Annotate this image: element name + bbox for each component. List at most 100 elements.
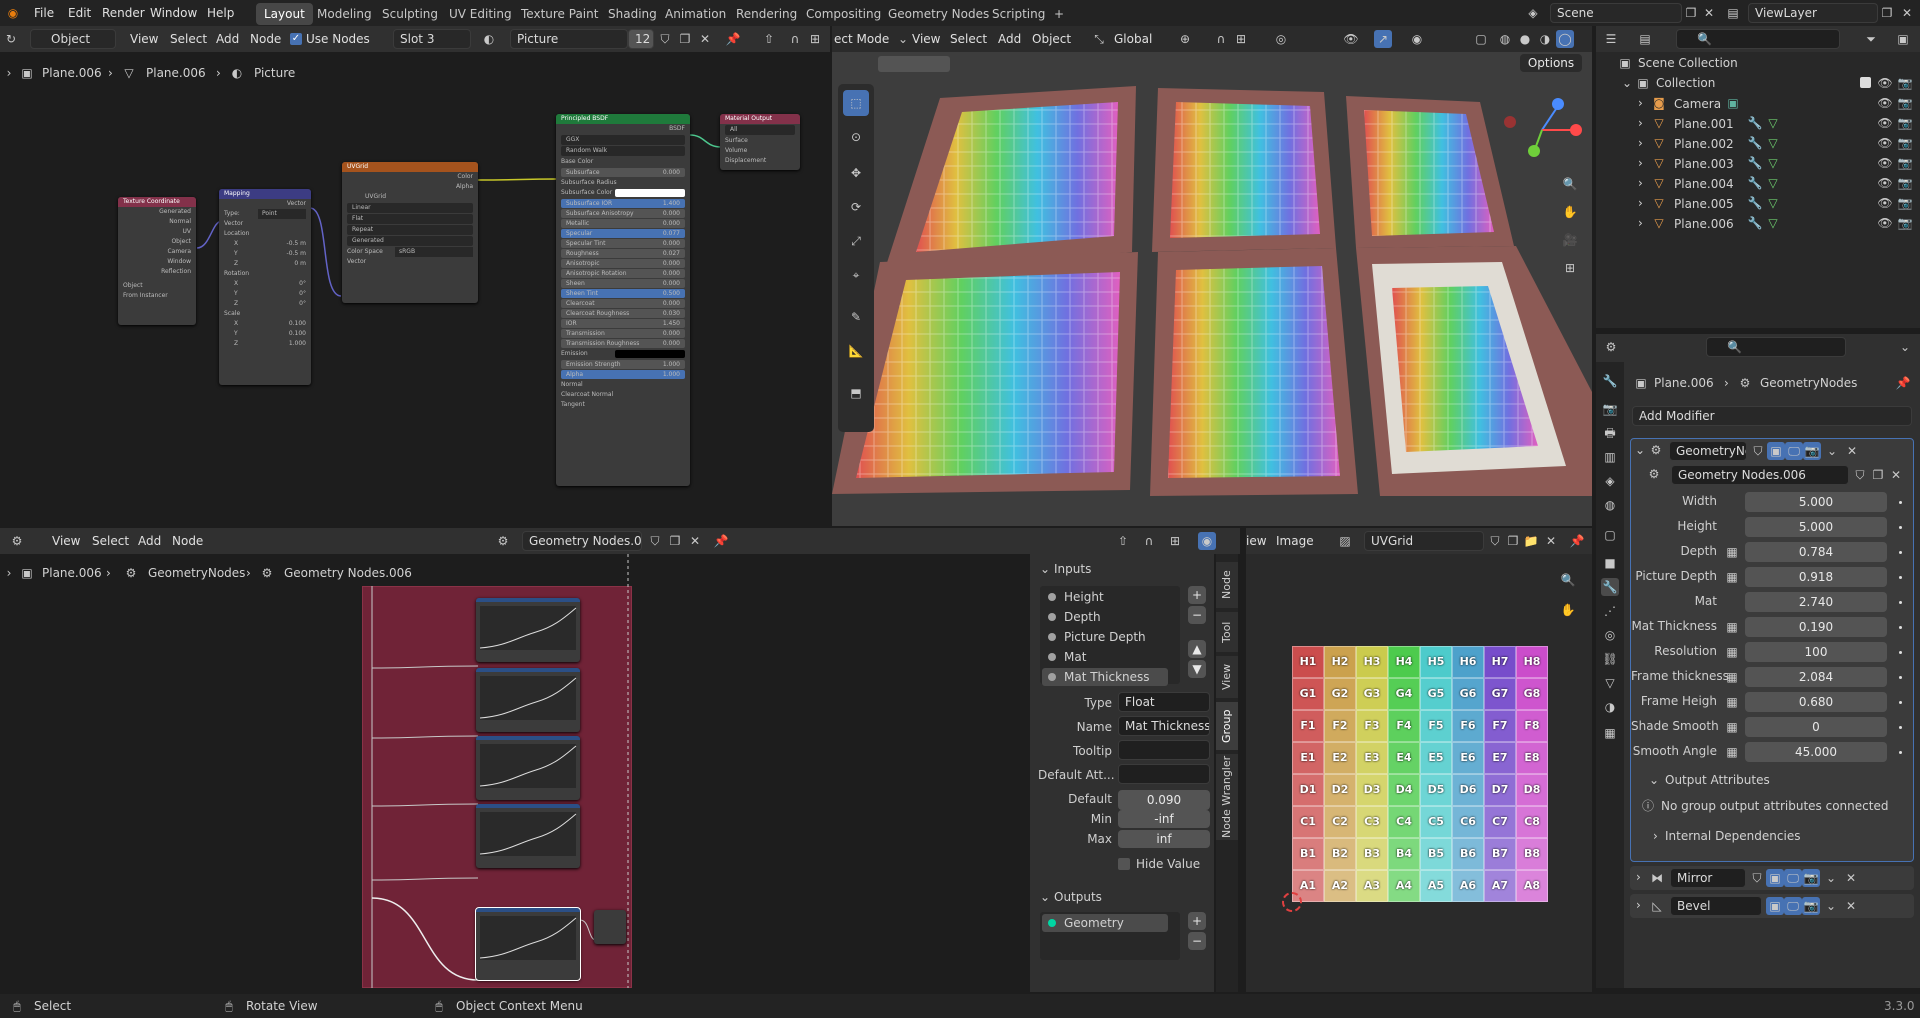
bevel-menu-icon[interactable]: ⌄ (1822, 897, 1840, 915)
expand-icon[interactable]: › (1638, 176, 1643, 190)
tab-group[interactable]: Group (1216, 702, 1238, 750)
mapping-type-row[interactable]: Type: Point (219, 209, 311, 219)
socket-reflection[interactable]: Reflection (118, 267, 196, 277)
outliner-item-plane[interactable]: › ▽ Plane.005 🔧 ▽ 👁 📷 (1596, 194, 1920, 214)
menu-edit[interactable]: Edit (68, 0, 91, 26)
image-pan-icon[interactable]: ✋ (1556, 598, 1580, 622)
scene-copy-icon[interactable]: ❐ (1682, 4, 1700, 22)
menu-window[interactable]: Window (150, 0, 197, 26)
tab-animation[interactable]: Animation (657, 3, 734, 25)
socket-color[interactable]: Color (342, 172, 478, 182)
socket-vector-out[interactable]: Vector (219, 199, 311, 209)
bevel-viewport-icon[interactable]: 🖵 (1784, 897, 1802, 915)
menu-help[interactable]: Help (207, 0, 234, 26)
view-layer-close-icon[interactable]: ✕ (1898, 4, 1916, 22)
visibility-eye-icon[interactable]: 👁 (1876, 174, 1894, 192)
modifier-menu-icon[interactable]: ⌄ (1823, 442, 1841, 460)
keyframe-dot-icon[interactable] (1899, 551, 1902, 554)
rotate-tool-icon[interactable]: ⟳ (843, 194, 869, 220)
tab-node[interactable]: Node (1216, 562, 1238, 608)
data-tab-icon[interactable]: ▽ (1601, 674, 1619, 692)
outliner-item-plane[interactable]: › ▽ Plane.002 🔧 ▽ 👁 📷 (1596, 134, 1920, 154)
object-tab-icon[interactable]: ■ (1601, 554, 1619, 572)
tool-tab-icon[interactable]: 🔧 (1601, 372, 1619, 390)
modifier-wrench-icon[interactable]: 🔧 (1746, 174, 1764, 192)
input-item[interactable]: Mat (1042, 648, 1168, 666)
bsdf-input-row[interactable]: Clearcoat Normal (556, 390, 690, 400)
tab-texture-paint[interactable]: Texture Paint (513, 3, 606, 25)
input-item[interactable]: Picture Depth (1042, 628, 1168, 646)
render-camera-icon[interactable]: 📷 (1896, 214, 1914, 232)
view-layer-field[interactable]: ViewLayer (1748, 3, 1878, 23)
keyframe-dot-icon[interactable] (1899, 501, 1902, 504)
keyframe-dot-icon[interactable] (1899, 526, 1902, 529)
pan-hand-icon[interactable]: ✋ (1558, 200, 1582, 224)
output-item-geometry[interactable]: Geometry (1042, 914, 1168, 932)
image-menu-image[interactable]: Image (1276, 528, 1314, 554)
expand-icon[interactable]: › (1638, 156, 1643, 170)
collection-checkbox[interactable] (1860, 77, 1871, 88)
zoom-icon[interactable]: 🔍 (1558, 172, 1582, 196)
bsdf-input-row[interactable]: Base Color (556, 157, 690, 167)
modifier-name-field[interactable]: GeometryNo... (1669, 441, 1747, 461)
outliner-item-camera[interactable]: › ◙ Camera ▣ 👁 📷 (1596, 94, 1920, 114)
tab-uv-editing[interactable]: UV Editing (441, 3, 520, 25)
filter-icon[interactable]: ⏷ (1862, 30, 1880, 48)
modifier-wrench-icon[interactable]: 🔧 (1746, 134, 1764, 152)
uvgrid-colorspace[interactable]: Color Space sRGB (342, 247, 478, 257)
mirror-render-icon[interactable]: 📷 (1802, 869, 1820, 887)
param-value-field[interactable]: 2.740 (1745, 592, 1887, 612)
mirror-cage-icon[interactable]: ▣ (1766, 869, 1784, 887)
default-value-field[interactable]: 0.090 (1118, 790, 1210, 810)
mesh-data-icon[interactable]: ▽ (1764, 114, 1782, 132)
name-input[interactable]: Mat Thickness (1118, 716, 1210, 736)
particles-tab-icon[interactable]: ⋰ (1601, 602, 1619, 620)
mesh-data-icon[interactable]: ▽ (1764, 194, 1782, 212)
uvgrid-extension[interactable]: Repeat (347, 225, 473, 235)
node-mapping[interactable]: Mapping Vector Type: Point Vector Locatio… (219, 189, 311, 385)
input-item[interactable]: Height (1042, 588, 1168, 606)
image-new-icon[interactable]: ❐ (1504, 532, 1522, 550)
bsdf-input-row[interactable]: Subsurface 0.000 (561, 168, 685, 177)
annotate-tool-icon[interactable]: ✎ (843, 304, 869, 330)
bsdf-input-row[interactable]: Specular 0.077 (561, 229, 685, 238)
modifier-tab-icon[interactable]: 🔧 (1601, 578, 1619, 596)
keyframe-dot-icon[interactable] (1899, 626, 1902, 629)
visibility-eye-icon[interactable]: 👁 (1876, 214, 1894, 232)
bsdf-input-row[interactable]: Emission Strength 1.000 (561, 360, 685, 369)
add-output-button[interactable]: + (1188, 912, 1206, 930)
bsdf-input-row[interactable]: Anisotropic Rotation 0.000 (561, 269, 685, 278)
uvgrid-image-field[interactable]: UVGrid (342, 192, 478, 202)
tab-modeling[interactable]: Modeling (309, 3, 380, 25)
tab-rendering[interactable]: Rendering (728, 3, 805, 25)
node-material-output[interactable]: Material Output All Surface Volume Displ… (720, 114, 800, 170)
outliner-item-label[interactable]: Plane.002 (1674, 137, 1734, 151)
scene-tab-icon[interactable]: ◈ (1601, 472, 1619, 490)
select-box-tool-icon[interactable]: ⬚ (843, 90, 869, 116)
collection-expand-icon[interactable]: ⌄ (1622, 76, 1632, 90)
ortho-toggle-icon[interactable]: ⊞ (1558, 256, 1582, 280)
visibility-eye-icon[interactable]: 👁 (1876, 94, 1894, 112)
bsdf-input-row[interactable]: Metallic 0.000 (561, 219, 685, 228)
image-unlink-icon[interactable]: ✕ (1542, 532, 1560, 550)
expand-icon[interactable]: › (1638, 136, 1643, 150)
bsdf-distribution[interactable]: GGX (561, 135, 685, 145)
node-group-copy-icon[interactable]: ❐ (1869, 466, 1887, 484)
outputs-expand-icon[interactable]: ⌄ (1040, 890, 1050, 904)
image-browse-icon[interactable]: ▨ (1336, 532, 1354, 550)
outputs-panel-title[interactable]: Outputs (1054, 890, 1102, 904)
keyframe-dot-icon[interactable] (1899, 676, 1902, 679)
attribute-toggle-icon[interactable]: ▦ (1723, 618, 1741, 636)
render-camera-icon[interactable]: 📷 (1896, 154, 1914, 172)
max-value-field[interactable]: inf (1118, 830, 1210, 848)
bsdf-input-row[interactable]: Subsurface IOR 1.400 (561, 199, 685, 208)
modifier-render-icon[interactable]: 📷 (1803, 442, 1821, 460)
view-layer-copy-icon[interactable]: ❐ (1878, 4, 1896, 22)
attribute-toggle-icon[interactable]: ▦ (1723, 693, 1741, 711)
mirror-menu-icon[interactable]: ⌄ (1822, 869, 1840, 887)
bsdf-input-row[interactable]: Roughness 0.027 (561, 249, 685, 258)
param-value-field[interactable]: 45.000 (1745, 742, 1887, 762)
output-tab-icon[interactable]: 🖶 (1601, 424, 1619, 442)
mapping-scale-x[interactable]: 0.100 X (219, 319, 311, 329)
socket-bsdf[interactable]: BSDF (556, 124, 690, 134)
